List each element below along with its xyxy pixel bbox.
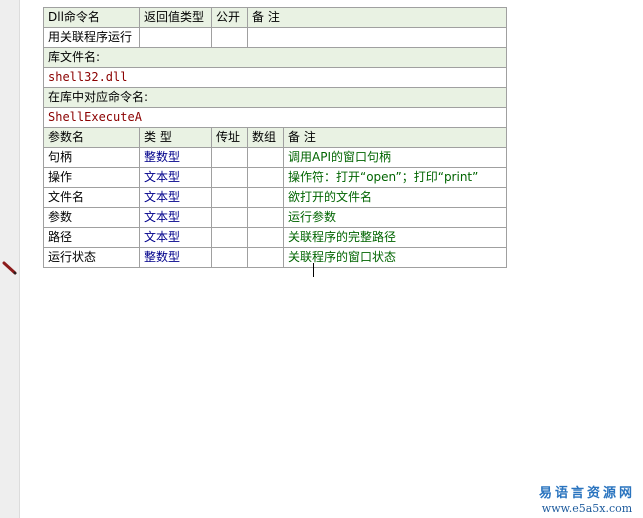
dll-command-row[interactable]: 用关联程序运行 (43, 27, 508, 48)
param-remark[interactable]: 调用API的窗口句柄 (282, 147, 508, 168)
entry-name-label: 在库中对应命令名: (42, 87, 508, 108)
param-name[interactable]: 运行状态 (43, 247, 140, 268)
param-remark[interactable]: 欲打开的文件名 (282, 187, 508, 208)
param-array[interactable] (247, 167, 284, 188)
param-type[interactable]: 整数型 (139, 247, 212, 268)
param-remark[interactable]: 运行参数 (282, 207, 508, 228)
col-public-header: 公开 (211, 7, 248, 28)
param-type[interactable]: 文本型 (139, 227, 212, 248)
col-array-header: 数组 (247, 127, 284, 148)
lib-file-label-row: 库文件名: (42, 47, 508, 68)
param-name[interactable]: 参数 (43, 207, 140, 228)
entry-label-row: 在库中对应命令名: (42, 87, 508, 108)
param-byref[interactable] (211, 227, 248, 248)
col-return-type-header: 返回值类型 (139, 7, 212, 28)
param-row[interactable]: 文件名 文本型 欲打开的文件名 (43, 187, 508, 208)
param-row[interactable]: 操作 文本型 操作符：打开“open”；打印“print” (43, 167, 508, 188)
param-type[interactable]: 文本型 (139, 167, 212, 188)
watermark-logo: 易语言资源网 www.e5a5x.com (539, 486, 635, 515)
col-param-name-header: 参数名 (43, 127, 140, 148)
param-row[interactable]: 参数 文本型 运行参数 (43, 207, 508, 228)
dll-declaration-table: Dll命令名 返回值类型 公开 备 注 用关联程序运行 库文件名: shell3… (42, 7, 508, 268)
param-byref[interactable] (211, 167, 248, 188)
param-type[interactable]: 文本型 (139, 207, 212, 228)
col-dll-name-header: Dll命令名 (43, 7, 140, 28)
param-row[interactable]: 运行状态 整数型 关联程序的窗口状态 (43, 247, 508, 268)
lib-file-value-row[interactable]: shell32.dll (42, 67, 508, 88)
param-byref[interactable] (211, 147, 248, 168)
dll-header-row: Dll命令名 返回值类型 公开 备 注 (43, 7, 508, 28)
param-header-row: 参数名 类 型 传址 数组 备 注 (43, 127, 508, 148)
param-type[interactable]: 整数型 (139, 147, 212, 168)
param-byref[interactable] (211, 247, 248, 268)
col-param-type-header: 类 型 (139, 127, 212, 148)
param-name[interactable]: 句柄 (43, 147, 140, 168)
text-caret (313, 263, 314, 277)
param-array[interactable] (247, 247, 284, 268)
col-param-remark-header: 备 注 (282, 127, 508, 148)
lib-file-value[interactable]: shell32.dll (42, 67, 508, 88)
param-byref[interactable] (211, 187, 248, 208)
col-byref-header: 传址 (211, 127, 248, 148)
pencil-icon (2, 261, 17, 275)
col-remark-header: 备 注 (246, 7, 508, 28)
dll-remark[interactable] (246, 27, 508, 48)
param-array[interactable] (247, 147, 284, 168)
watermark-cn: 易语言资源网 (538, 486, 635, 502)
dll-public-flag[interactable] (211, 27, 248, 48)
param-name[interactable]: 文件名 (43, 187, 140, 208)
param-row[interactable]: 句柄 整数型 调用API的窗口句柄 (43, 147, 508, 168)
entry-name-value[interactable]: ShellExecuteA (42, 107, 508, 128)
param-array[interactable] (247, 187, 284, 208)
watermark-en: www.e5a5x.com (541, 501, 633, 515)
dll-command-name[interactable]: 用关联程序运行 (43, 27, 140, 48)
param-row[interactable]: 路径 文本型 关联程序的完整路径 (43, 227, 508, 248)
code-editor[interactable]: Dll命令名 返回值类型 公开 备 注 用关联程序运行 库文件名: shell3… (20, 0, 643, 518)
param-remark[interactable]: 操作符：打开“open”；打印“print” (282, 167, 508, 188)
param-remark[interactable]: 关联程序的完整路径 (282, 227, 508, 248)
param-name[interactable]: 操作 (43, 167, 140, 188)
editor-gutter (0, 0, 20, 518)
param-array[interactable] (247, 207, 284, 228)
param-array[interactable] (247, 227, 284, 248)
param-remark[interactable]: 关联程序的窗口状态 (282, 247, 508, 268)
param-name[interactable]: 路径 (43, 227, 140, 248)
param-type[interactable]: 文本型 (139, 187, 212, 208)
lib-file-label: 库文件名: (42, 47, 508, 68)
dll-return-type[interactable] (139, 27, 212, 48)
param-byref[interactable] (211, 207, 248, 228)
entry-value-row[interactable]: ShellExecuteA (42, 107, 508, 128)
